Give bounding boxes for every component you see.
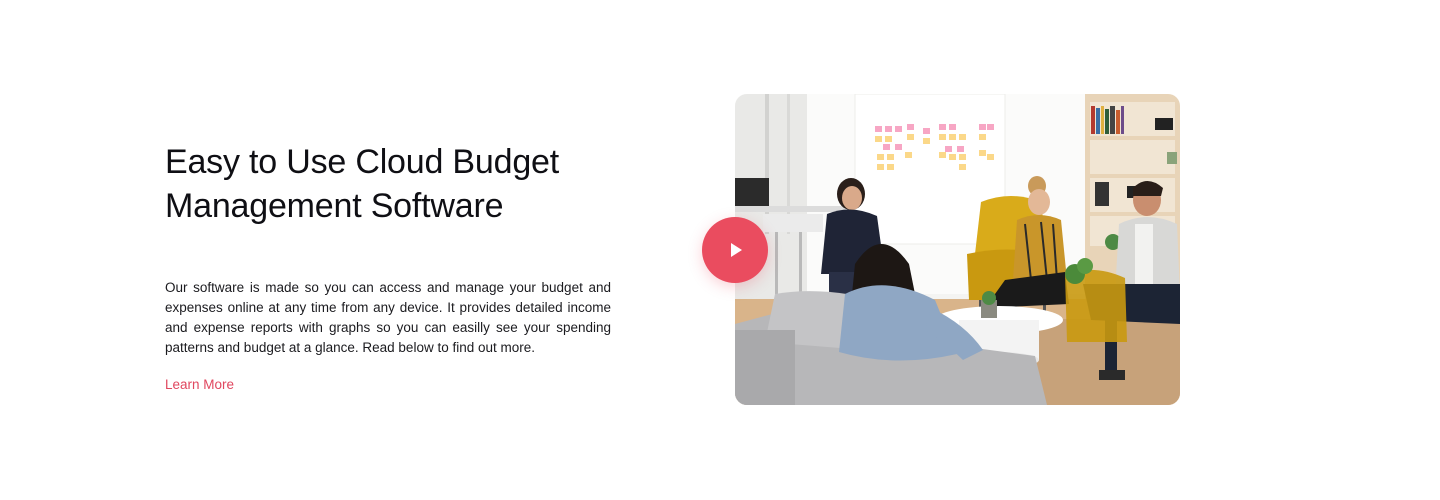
play-icon [731,243,742,257]
feature-heading-line-2: Management Software [165,187,504,225]
feature-section: Easy to Use Cloud Budget Management Soft… [0,0,1440,500]
feature-heading: Easy to Use Cloud Budget Management Soft… [165,140,611,228]
office-meeting-photo [735,94,1180,405]
video-thumbnail[interactable] [735,94,1180,405]
feature-text: Easy to Use Cloud Budget Management Soft… [165,140,611,394]
feature-heading-line-1: Easy to Use Cloud Budget [165,143,559,181]
play-video-button[interactable] [702,217,768,283]
learn-more-link[interactable]: Learn More [165,377,234,392]
feature-description: Our software is made so you can access a… [165,280,611,355]
